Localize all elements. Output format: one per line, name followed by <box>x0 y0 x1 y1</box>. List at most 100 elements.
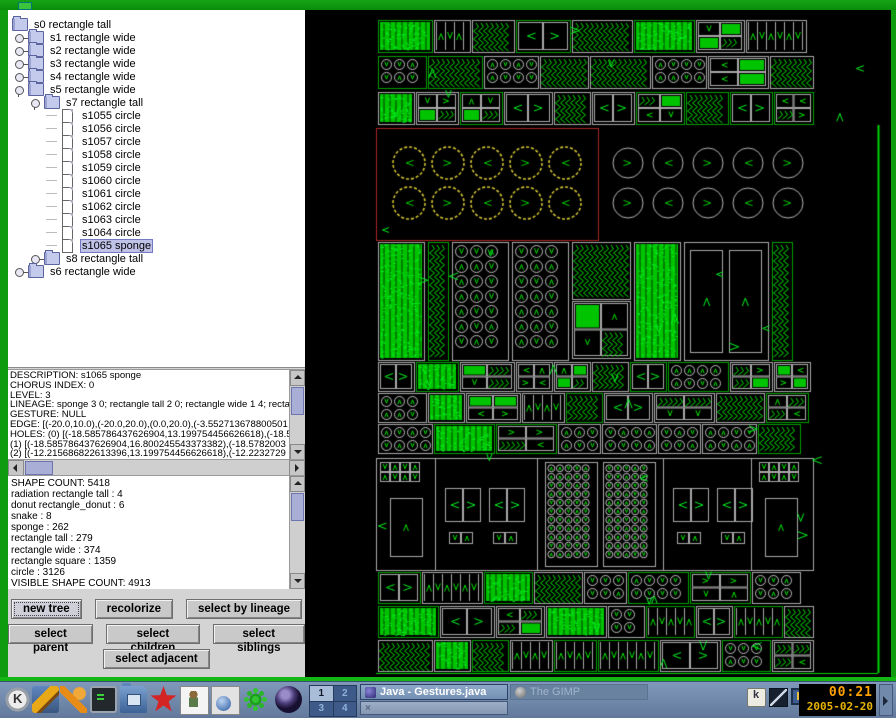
tree-item[interactable]: s1 rectangle wide <box>8 31 305 44</box>
scroll-down-icon[interactable] <box>290 573 305 589</box>
launcher-desktop-icon[interactable] <box>32 686 59 713</box>
scroll-up-icon[interactable] <box>290 370 305 386</box>
scrollbar-thumb[interactable] <box>291 493 304 521</box>
description-vertical-scrollbar[interactable] <box>289 370 305 460</box>
shape-tree[interactable]: s0 rectangle talls1 rectangle wides2 rec… <box>8 10 305 368</box>
window-border-right <box>891 10 896 681</box>
tree-item[interactable]: s1064 circle <box>8 226 305 239</box>
folder-icon <box>12 18 28 31</box>
tree-toggle-icon[interactable] <box>12 70 28 83</box>
tree-item-label: s1065 sponge <box>80 239 153 253</box>
launcher-web-icon[interactable] <box>211 686 240 715</box>
clipboard-icon[interactable] <box>747 688 766 707</box>
tree-item[interactable]: s1059 circle <box>8 161 305 174</box>
file-icon <box>62 174 73 188</box>
task-button-gimp[interactable]: The GIMP <box>510 684 648 700</box>
folder-icon <box>28 265 44 278</box>
control-panel: s0 rectangle talls1 rectangle wides2 rec… <box>8 10 305 677</box>
scroll-left-icon[interactable] <box>8 460 24 476</box>
launcher-home-icon[interactable] <box>120 686 147 713</box>
folder-icon <box>44 252 60 265</box>
scroll-down-icon[interactable] <box>290 444 305 460</box>
tree-toggle-icon[interactable] <box>12 44 28 57</box>
select-adjacent-button[interactable]: select adjacent <box>103 649 209 669</box>
clock-date: 2005-02-20 <box>802 700 873 713</box>
scrollbar-track[interactable] <box>290 522 305 573</box>
tree-item[interactable]: s1058 circle <box>8 148 305 161</box>
scroll-up-icon[interactable] <box>290 476 305 492</box>
tree-item[interactable]: s1063 circle <box>8 213 305 226</box>
display-icon[interactable] <box>769 688 788 707</box>
tree-connector <box>44 226 60 239</box>
new-tree-button[interactable]: new tree <box>11 599 82 619</box>
button-area: new tree recolorize select by lineage selec… <box>8 589 305 677</box>
task-button-untitled[interactable]: × <box>360 701 508 715</box>
tree-toggle-icon[interactable] <box>12 31 28 44</box>
tree-item-label: s1056 circle <box>80 123 143 135</box>
select-parent-button[interactable]: select parent <box>8 624 93 644</box>
pager-desktop-3[interactable]: 3 <box>310 702 333 717</box>
launcher-user-icon[interactable] <box>180 686 209 715</box>
scrollbar-thumb[interactable] <box>291 387 304 415</box>
panel-hide-button[interactable] <box>879 684 893 716</box>
taskbar: 1234 Java - Gestures.java The GIMP × 00:… <box>0 681 896 718</box>
pager-desktop-2[interactable]: 2 <box>334 686 357 701</box>
tree-item[interactable]: s2 rectangle wide <box>8 44 305 57</box>
tree-toggle-icon[interactable] <box>12 83 28 96</box>
pager-desktop-4[interactable]: 4 <box>334 702 357 717</box>
taskbar-clock[interactable]: 00:21 2005-02-20 <box>799 684 876 716</box>
tree-item-label: s4 rectangle wide <box>48 71 138 83</box>
launcher-kmenu-icon[interactable] <box>4 686 31 713</box>
description-horizontal-scrollbar[interactable] <box>8 459 305 476</box>
scrollbar-track[interactable] <box>290 416 305 444</box>
tree-toggle-icon[interactable] <box>12 57 28 70</box>
tree-toggle-icon[interactable] <box>28 96 44 109</box>
launcher-terminal-icon[interactable] <box>90 686 117 713</box>
recolorize-button[interactable]: recolorize <box>95 599 173 619</box>
tree-item-label: s6 rectangle wide <box>48 266 138 278</box>
launcher-orb-icon[interactable] <box>275 686 302 713</box>
tree-item[interactable]: s7 rectangle tall <box>8 96 305 109</box>
tree-item-label: s7 rectangle tall <box>64 97 145 109</box>
tree-item[interactable]: s1061 circle <box>8 187 305 200</box>
launcher-icq-icon[interactable] <box>242 686 269 713</box>
scroll-right-icon[interactable] <box>289 460 305 476</box>
task-button-java[interactable]: Java - Gestures.java <box>360 684 508 700</box>
launcher-tools-icon[interactable] <box>60 686 87 713</box>
select-siblings-button[interactable]: select siblings <box>213 624 305 644</box>
tree-item-label: s1055 circle <box>80 110 143 122</box>
tree-item[interactable]: s8 rectangle tall <box>8 252 305 265</box>
desktop-pager[interactable]: 1234 <box>309 685 357 717</box>
tree-item[interactable]: s1060 circle <box>8 174 305 187</box>
tree-item[interactable]: s4 rectangle wide <box>8 70 305 83</box>
tree-item[interactable]: s1057 circle <box>8 135 305 148</box>
tree-item-label: s1062 circle <box>80 201 143 213</box>
window-menu-icon[interactable] <box>18 2 32 10</box>
tree-item[interactable]: s1056 circle <box>8 122 305 135</box>
tree-connector <box>44 213 60 226</box>
tree-item[interactable]: s0 rectangle tall <box>8 18 305 31</box>
scrollbar-track[interactable] <box>54 460 289 476</box>
tree-item[interactable]: s1062 circle <box>8 200 305 213</box>
tree-item[interactable]: s1055 circle <box>8 109 305 122</box>
count-vertical-scrollbar[interactable] <box>289 476 305 589</box>
launcher-star-icon[interactable] <box>150 686 177 713</box>
shape-canvas[interactable] <box>305 10 891 677</box>
tree-item-label: s1064 circle <box>80 227 143 239</box>
tree-item[interactable]: s3 rectangle wide <box>8 57 305 70</box>
window-titlebar[interactable] <box>0 0 896 10</box>
description-line: CHORUS INDEX: 0 <box>10 381 289 391</box>
description-line: (2) [(-12.215686822613396,13.19975445662… <box>10 449 289 459</box>
tree-item-label: s3 rectangle wide <box>48 58 138 70</box>
scrollbar-thumb[interactable] <box>25 461 53 475</box>
select-by-lineage-button[interactable]: select by lineage <box>186 599 302 619</box>
count-line: donut rectangle_donut : 6 <box>11 500 289 511</box>
file-icon <box>62 213 73 227</box>
tree-connector <box>44 174 60 187</box>
clock-time: 00:21 <box>802 685 873 700</box>
select-children-button[interactable]: select children <box>106 624 199 644</box>
tree-item[interactable]: s6 rectangle wide <box>8 265 305 278</box>
tree-toggle-icon[interactable] <box>12 265 28 278</box>
pager-desktop-1[interactable]: 1 <box>310 686 333 701</box>
count-line: rectangle wide : 374 <box>11 545 289 556</box>
